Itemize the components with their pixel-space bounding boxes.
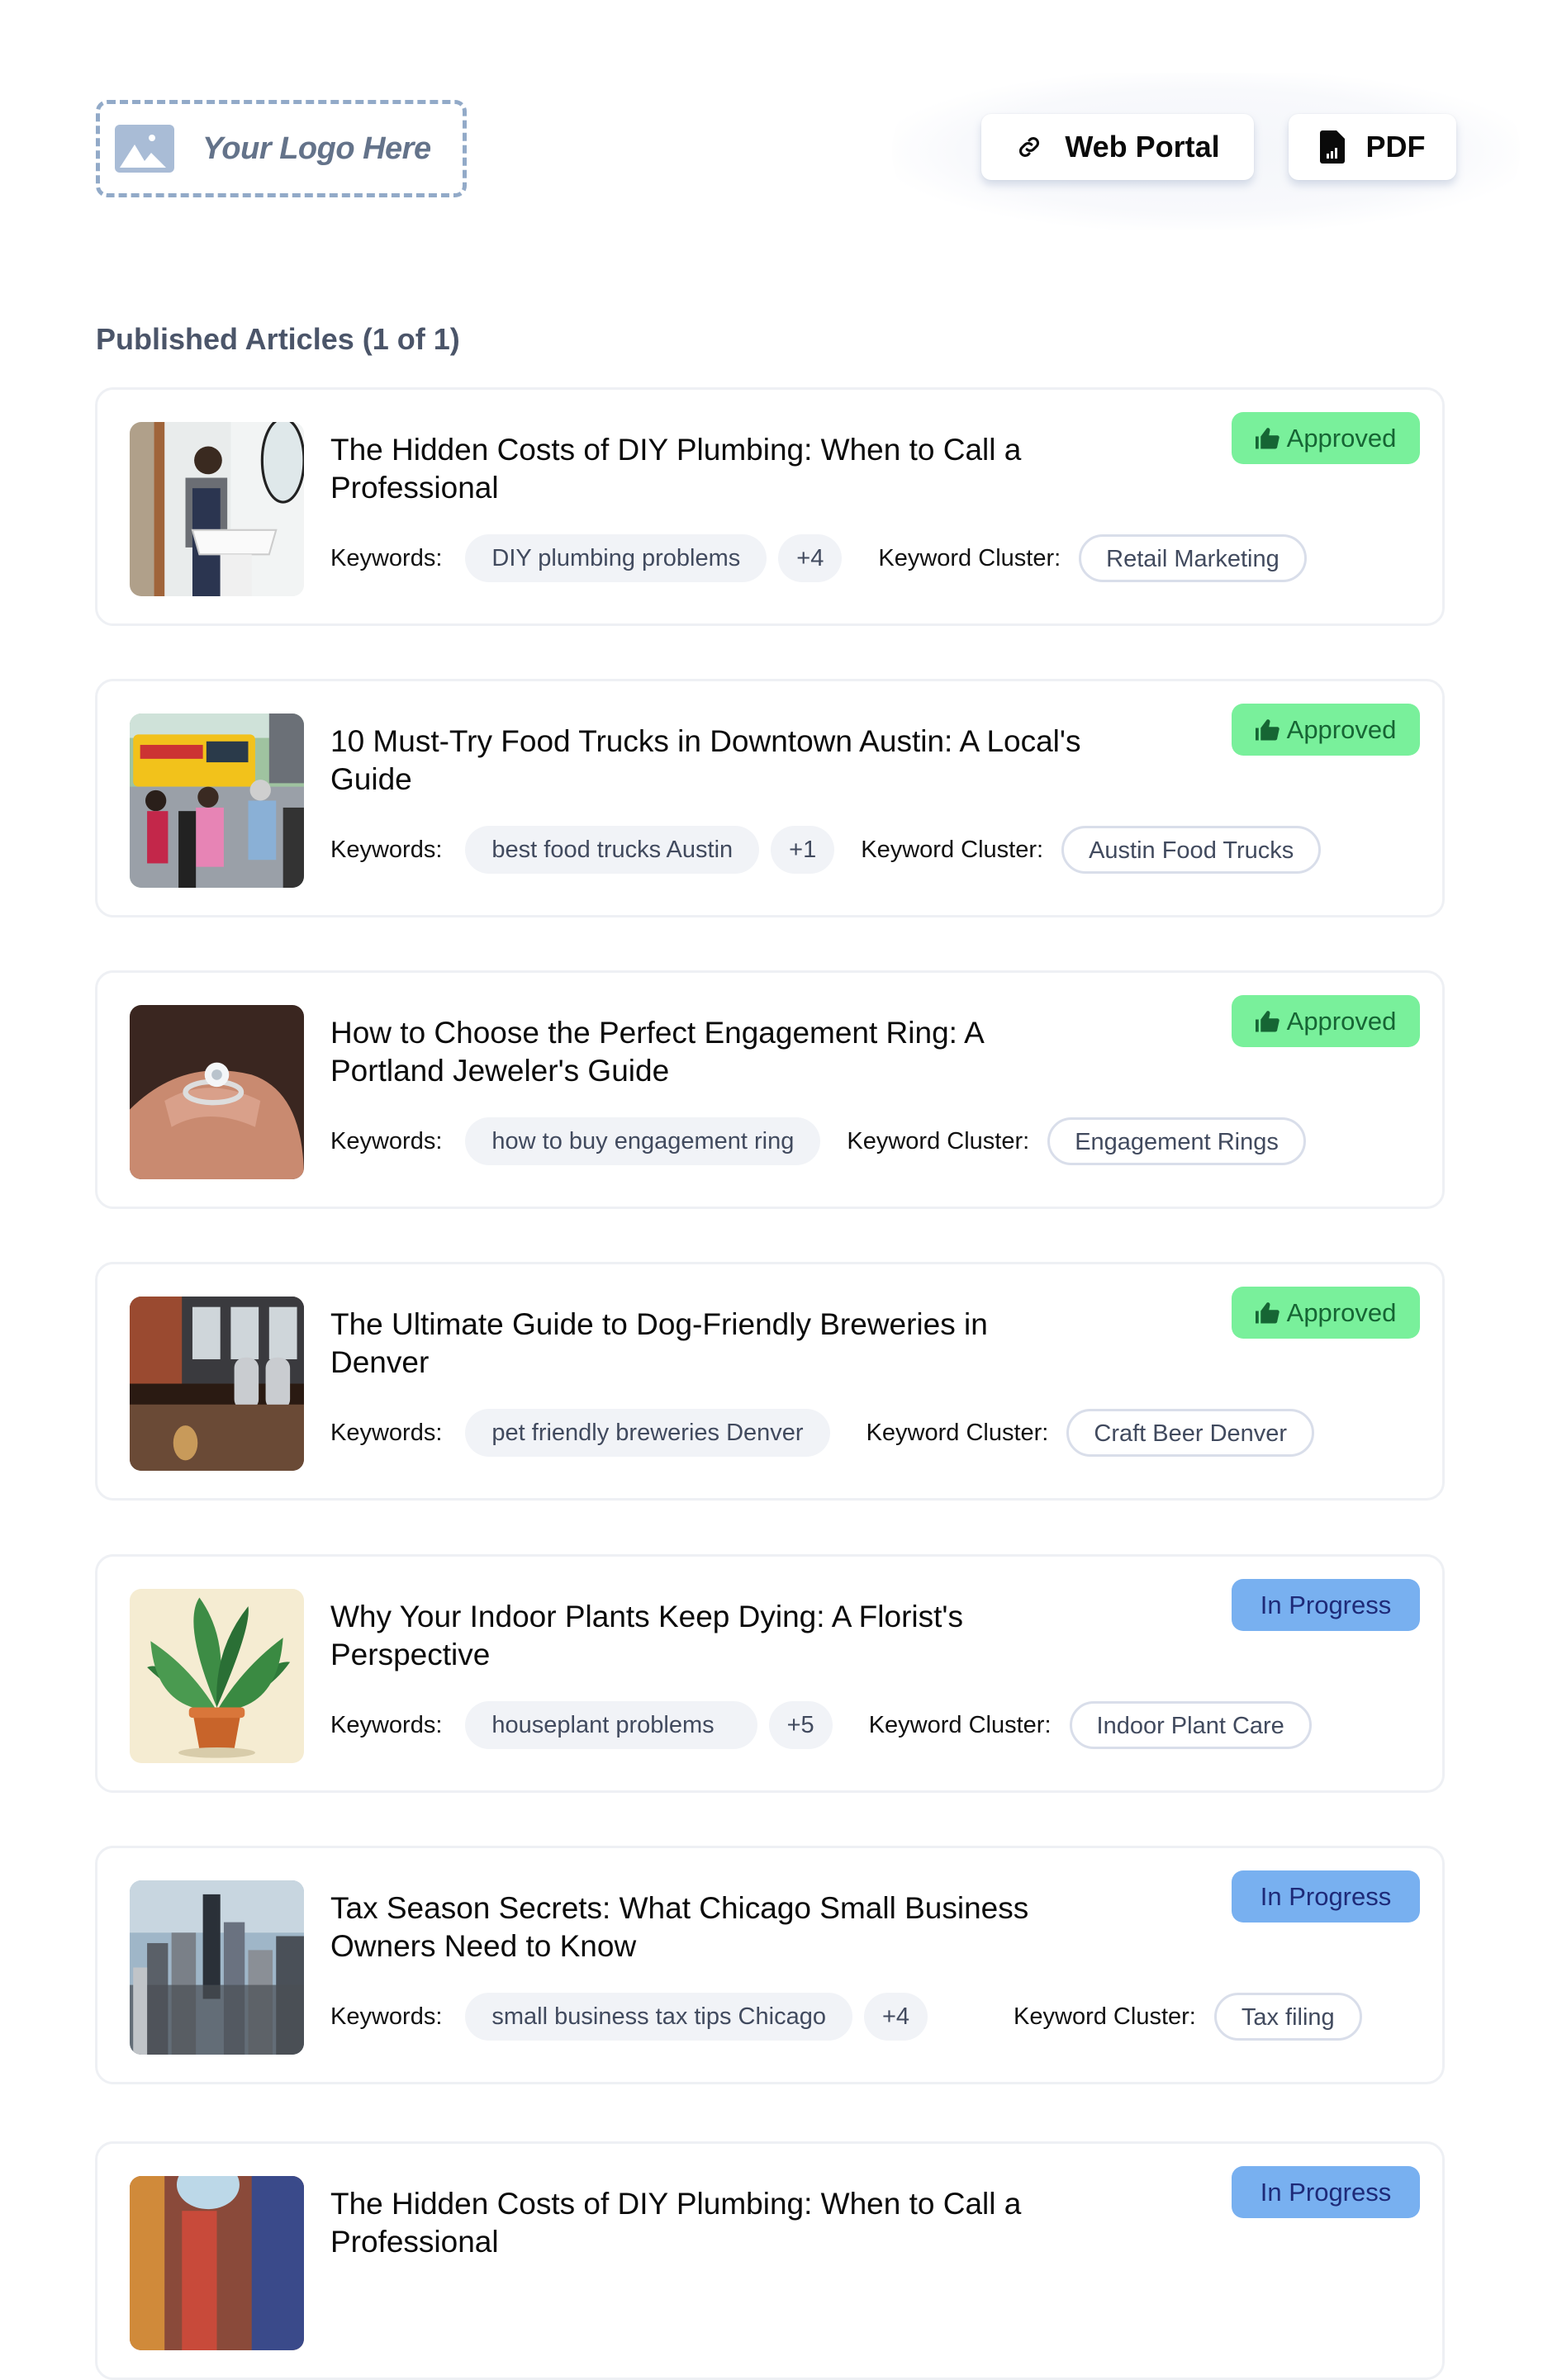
more-keywords-pill[interactable]: +5 xyxy=(768,1701,833,1749)
keywords-label: Keywords: xyxy=(330,1127,443,1154)
article-card[interactable]: The Hidden Costs of DIY Plumbing: When t… xyxy=(95,387,1445,626)
status-text: Approved xyxy=(1286,714,1397,744)
keywords-row: Keywords: small business tax tips Chicag… xyxy=(330,1993,1362,2041)
keyword-cluster-pill: Retail Marketing xyxy=(1079,534,1307,582)
status-badge: Approved xyxy=(1232,412,1420,464)
status-text: Approved xyxy=(1286,1006,1397,1036)
keywords-row: Keywords: how to buy engagement ring Key… xyxy=(330,1117,1306,1165)
thumbs-up-icon xyxy=(1255,427,1280,448)
logo-text: Your Logo Here xyxy=(202,130,431,166)
status-text: Approved xyxy=(1286,423,1397,453)
article-card[interactable]: The Hidden Costs of DIY Plumbing: When t… xyxy=(95,2141,1445,2380)
article-title[interactable]: The Hidden Costs of DIY Plumbing: When t… xyxy=(330,2185,1090,2261)
article-card[interactable]: Tax Season Secrets: What Chicago Small B… xyxy=(95,1846,1445,2084)
article-title[interactable]: How to Choose the Perfect Engagement Rin… xyxy=(330,1014,1090,1090)
keyword-cluster-pill: Craft Beer Denver xyxy=(1066,1409,1315,1457)
article-title[interactable]: Tax Season Secrets: What Chicago Small B… xyxy=(330,1889,1090,1965)
keyword-cluster-label: Keyword Cluster: xyxy=(866,1419,1049,1446)
keyword-pill: pet friendly breweries Denver xyxy=(465,1409,830,1457)
status-badge: In Progress xyxy=(1232,2166,1420,2218)
keywords-row: Keywords: houseplant problems +5 Keyword… xyxy=(330,1701,1312,1749)
logo-placeholder: Your Logo Here xyxy=(96,100,467,197)
web-portal-label: Web Portal xyxy=(1065,130,1220,164)
status-badge: In Progress xyxy=(1232,1870,1420,1922)
keyword-pill: best food trucks Austin xyxy=(465,826,760,874)
status-text: In Progress xyxy=(1260,2177,1392,2207)
article-thumbnail xyxy=(130,714,304,888)
thumbs-up-icon xyxy=(1255,718,1280,740)
keyword-cluster-pill: Tax filing xyxy=(1213,1993,1362,2041)
section-title: Published Articles (1 of 1) xyxy=(96,322,460,356)
status-badge: In Progress xyxy=(1232,1579,1420,1631)
article-thumbnail xyxy=(130,1589,304,1763)
pdf-button[interactable]: PDF xyxy=(1289,114,1456,180)
keywords-row: Keywords: pet friendly breweries Denver … xyxy=(330,1409,1315,1457)
image-placeholder-icon xyxy=(115,125,174,173)
keyword-cluster-label: Keyword Cluster: xyxy=(847,1127,1030,1154)
more-keywords-pill[interactable]: +1 xyxy=(771,826,835,874)
status-text: In Progress xyxy=(1260,1590,1392,1619)
keyword-cluster-label: Keyword Cluster: xyxy=(861,836,1044,863)
article-title[interactable]: The Hidden Costs of DIY Plumbing: When t… xyxy=(330,431,1090,507)
status-badge: Approved xyxy=(1232,1287,1420,1339)
article-thumbnail xyxy=(130,2176,304,2350)
more-keywords-pill[interactable]: +4 xyxy=(778,534,843,582)
article-thumbnail xyxy=(130,1297,304,1471)
keywords-label: Keywords: xyxy=(330,1419,443,1446)
keywords-label: Keywords: xyxy=(330,1711,443,1738)
thumbs-up-icon xyxy=(1255,1010,1280,1031)
keywords-label: Keywords: xyxy=(330,2003,443,2030)
web-portal-button[interactable]: Web Portal xyxy=(981,114,1254,180)
article-card[interactable]: How to Choose the Perfect Engagement Rin… xyxy=(95,970,1445,1209)
keyword-cluster-pill: Austin Food Trucks xyxy=(1061,826,1322,874)
keyword-cluster-pill: Engagement Rings xyxy=(1047,1117,1306,1165)
keyword-pill: small business tax tips Chicago xyxy=(465,1993,852,2041)
pdf-label: PDF xyxy=(1365,130,1426,164)
file-chart-icon xyxy=(1319,130,1345,164)
keyword-cluster-label: Keyword Cluster: xyxy=(868,1711,1052,1738)
keywords-row: Keywords: best food trucks Austin +1 Key… xyxy=(330,826,1322,874)
more-keywords-pill[interactable]: +4 xyxy=(863,1993,928,2041)
keyword-pill: how to buy engagement ring xyxy=(465,1117,821,1165)
status-text: Approved xyxy=(1286,1297,1397,1327)
article-card[interactable]: Why Your Indoor Plants Keep Dying: A Flo… xyxy=(95,1554,1445,1793)
article-card[interactable]: The Ultimate Guide to Dog-Friendly Brewe… xyxy=(95,1262,1445,1501)
keyword-cluster-pill: Indoor Plant Care xyxy=(1069,1701,1312,1749)
article-thumbnail xyxy=(130,422,304,596)
keyword-cluster-label: Keyword Cluster: xyxy=(878,544,1061,571)
article-title[interactable]: The Ultimate Guide to Dog-Friendly Brewe… xyxy=(330,1306,1090,1382)
status-badge: Approved xyxy=(1232,704,1420,756)
article-title[interactable]: Why Your Indoor Plants Keep Dying: A Flo… xyxy=(330,1598,1090,1674)
thumbs-up-icon xyxy=(1255,1301,1280,1323)
link-icon xyxy=(1019,136,1040,158)
keyword-cluster-label: Keyword Cluster: xyxy=(1014,2003,1196,2030)
article-thumbnail xyxy=(130,1005,304,1179)
keywords-label: Keywords: xyxy=(330,544,443,571)
keywords-label: Keywords: xyxy=(330,836,443,863)
article-thumbnail xyxy=(130,1880,304,2055)
keyword-pill: DIY plumbing problems xyxy=(465,534,767,582)
article-card[interactable]: 10 Must-Try Food Trucks in Downtown Aust… xyxy=(95,679,1445,917)
keywords-row: Keywords: DIY plumbing problems +4 Keywo… xyxy=(330,534,1307,582)
article-title[interactable]: 10 Must-Try Food Trucks in Downtown Aust… xyxy=(330,723,1090,799)
status-badge: Approved xyxy=(1232,995,1420,1047)
status-text: In Progress xyxy=(1260,1881,1392,1911)
keyword-pill: houseplant problems xyxy=(465,1701,757,1749)
